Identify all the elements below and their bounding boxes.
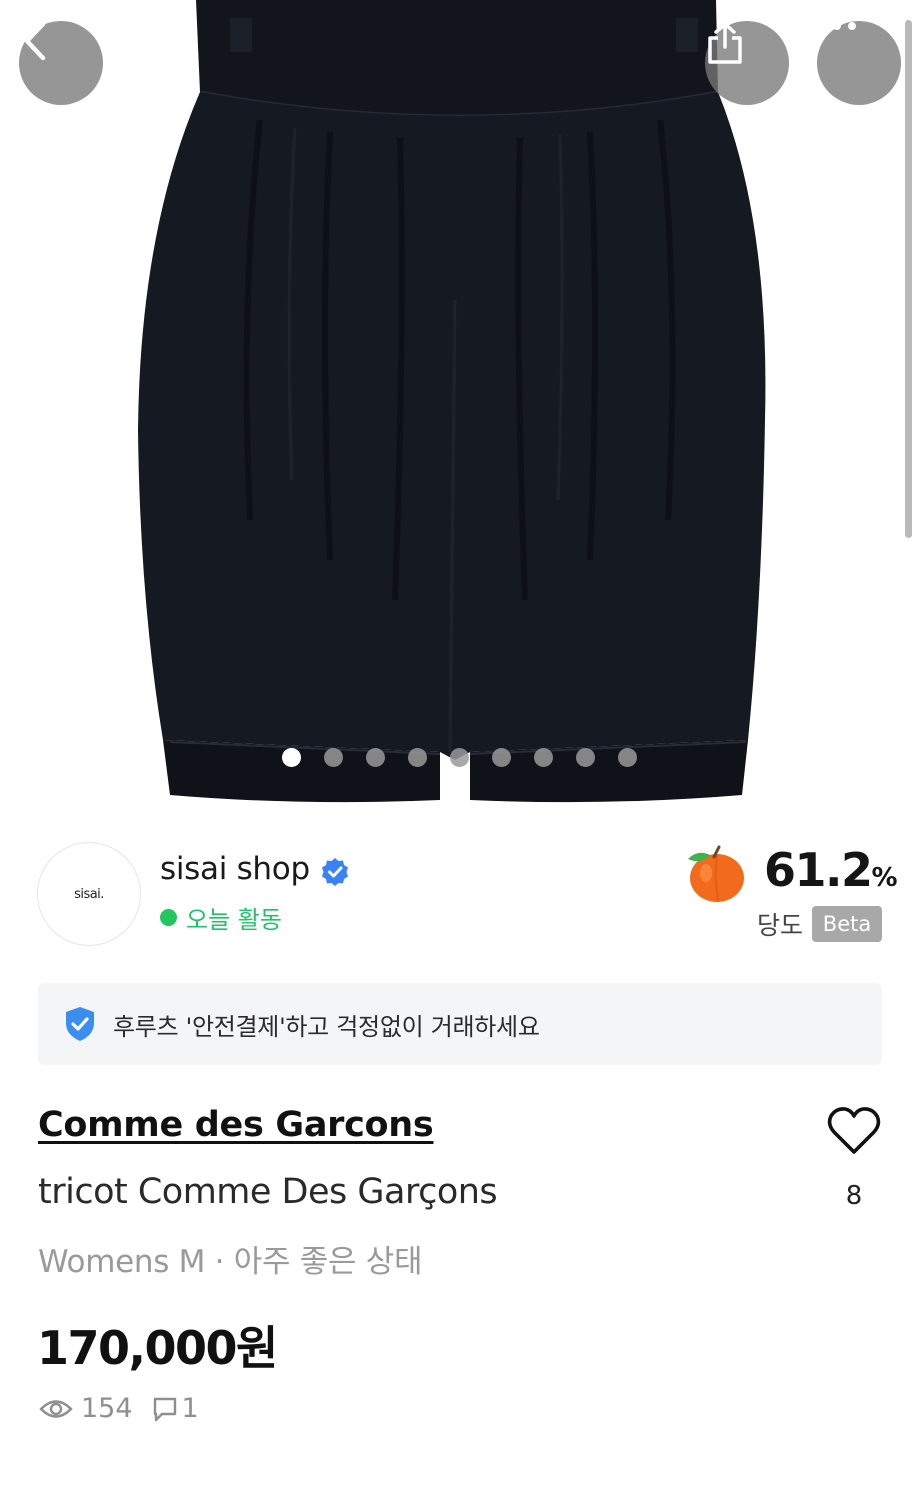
peach-score-label: 당도 — [757, 911, 804, 940]
seller-name[interactable]: sisai shop — [160, 851, 310, 887]
like-button[interactable] — [826, 1106, 882, 1156]
view-count: 154 — [81, 1393, 133, 1424]
seller-activity-status: 오늘 활동 — [160, 900, 282, 935]
carousel-dot[interactable] — [534, 748, 553, 767]
product-title: tricot Comme Des Garçons — [38, 1172, 498, 1212]
avatar-logo-text: sisai. — [74, 886, 104, 902]
verified-check-icon — [320, 857, 350, 891]
product-image-carousel[interactable] — [0, 0, 920, 812]
like-count: 8 — [845, 1181, 863, 1211]
peach-score-value: 61.2 — [764, 843, 873, 897]
comment-count: 1 — [181, 1393, 199, 1424]
carousel-dot-active[interactable] — [282, 748, 301, 767]
back-button[interactable] — [19, 21, 103, 105]
safe-payment-banner[interactable]: 후루츠 '안전결제'하고 걱정없이 거래하세요 — [38, 983, 882, 1065]
peach-icon — [684, 845, 746, 907]
product-size-condition: Womens M · 아주 좋은 상태 — [38, 1244, 423, 1280]
carousel-dot[interactable] — [366, 748, 385, 767]
page-scrollbar[interactable] — [905, 20, 912, 538]
activity-label: 오늘 활동 — [186, 906, 282, 934]
carousel-dot[interactable] — [408, 748, 427, 767]
share-button[interactable] — [705, 21, 789, 105]
eye-icon — [39, 1398, 73, 1420]
safe-payment-text: 후루츠 '안전결제'하고 걱정없이 거래하세요 — [113, 1012, 540, 1041]
carousel-dot[interactable] — [618, 748, 637, 767]
heart-icon — [826, 1106, 882, 1156]
brand-link[interactable]: Comme des Garcons — [38, 1105, 434, 1145]
product-price: 170,000원 — [37, 1321, 278, 1375]
product-stats: 154 1 — [39, 1393, 199, 1424]
shield-check-icon — [64, 1006, 96, 1042]
carousel-dot[interactable] — [450, 748, 469, 767]
carousel-dot[interactable] — [576, 748, 595, 767]
seller-avatar[interactable]: sisai. — [37, 842, 141, 946]
product-photo — [0, 0, 920, 812]
carousel-dot[interactable] — [492, 748, 511, 767]
peach-score: 61.2% — [764, 843, 898, 897]
more-options-button[interactable] — [817, 21, 901, 105]
carousel-pagination — [282, 748, 637, 768]
carousel-dot[interactable] — [324, 748, 343, 767]
comment-icon — [152, 1396, 178, 1422]
online-status-dot — [160, 909, 177, 926]
beta-badge: Beta — [812, 906, 882, 942]
peach-score-unit: % — [871, 863, 898, 893]
